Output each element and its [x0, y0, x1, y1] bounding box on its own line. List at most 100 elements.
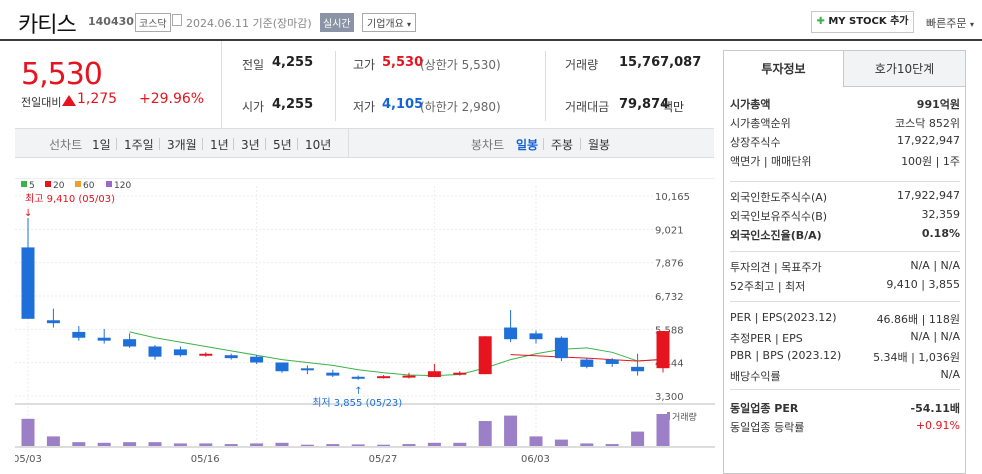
volume-legend-label: 거래량 — [672, 411, 697, 423]
candle-body — [427, 371, 441, 378]
candle-body — [605, 359, 619, 364]
y-tick-label: 7,876 — [655, 259, 684, 270]
current-price: 5,530 — [21, 57, 103, 92]
candle-body — [46, 320, 60, 324]
volume-bar — [580, 443, 594, 446]
tab-weekly[interactable]: 주봉 — [551, 136, 573, 153]
candle-body — [97, 337, 111, 341]
tab-monthly[interactable]: 월봉 — [588, 136, 610, 153]
tab-1w[interactable]: 1주일 — [124, 136, 154, 153]
volume-bar — [529, 436, 543, 446]
max-annotation: 최고 9,410 (05/03) — [25, 193, 115, 205]
info-label: PER | EPS(2023.12) — [730, 311, 837, 324]
info-value: N/A | N/A — [910, 259, 960, 272]
amount-unit: 백만 — [662, 100, 685, 114]
prev-label: 전일 — [242, 58, 265, 72]
quote-date: 2024.06.11 기준(장마감) — [186, 17, 312, 30]
candle-body — [148, 346, 162, 357]
ma5-line — [129, 331, 664, 377]
volume-bar — [554, 439, 568, 446]
candle-body — [300, 368, 314, 371]
volume-bar — [377, 444, 391, 446]
add-mystock-button[interactable]: ✚ MY STOCK 추가 — [811, 11, 914, 33]
invest-info-panel: 투자정보 호가10단계 시가총액 991억원 시가총액순위 코스닥 852위 상장주식수… — [723, 50, 966, 474]
tab-5y[interactable]: 5년 — [273, 136, 292, 153]
legend-label: 120 — [114, 181, 131, 191]
info-label: 상장주식수 — [730, 136, 781, 149]
line-chart-label: 선차트 — [49, 138, 83, 152]
prev-value: 4,255 — [272, 55, 314, 70]
volume-bar — [326, 444, 340, 446]
info-label: 52주최고 | 최저 — [730, 280, 806, 293]
info-value: 0.18% — [921, 227, 960, 240]
candle-body — [554, 337, 568, 359]
candle-body — [123, 339, 137, 347]
info-row: 52주최고 | 최저 9,410 | 3,855 — [730, 278, 960, 294]
price-chart[interactable]: 10,1659,0217,8766,7325,5884,4443,3005206… — [13, 177, 715, 474]
tab-10y[interactable]: 10년 — [305, 136, 331, 153]
legend-label: 20 — [53, 181, 65, 191]
y-tick-label: 6,732 — [655, 292, 684, 303]
info-row: 동일업종 등락률 +0.91% — [730, 419, 960, 435]
tab-hoga[interactable]: 호가10단계 — [844, 51, 965, 87]
volume-label: 거래량 — [565, 58, 599, 72]
volume-bar — [173, 443, 187, 446]
info-value: 32,359 — [921, 208, 961, 221]
calendar-icon — [172, 14, 182, 26]
info-row: 투자의견 | 목표주가 N/A | N/A — [730, 259, 960, 275]
volume-bar — [402, 444, 416, 446]
y-tick-label: 10,165 — [655, 192, 690, 203]
candle-body — [377, 376, 391, 379]
max-arrow-icon: ↓ — [24, 208, 32, 219]
tab-1d[interactable]: 1일 — [92, 136, 111, 153]
quick-order-dropdown[interactable]: 빠른주문 ▾ — [926, 15, 974, 31]
candle-chart-label: 봉차트 — [471, 138, 505, 152]
info-label: 배당수익률 — [730, 370, 781, 383]
info-value: 991억원 — [916, 98, 960, 111]
candle-body — [351, 376, 365, 379]
tab-daily[interactable]: 일봉 — [516, 136, 538, 153]
info-label: 동일업종 PER — [730, 402, 799, 415]
tab-3m[interactable]: 3개월 — [167, 136, 197, 153]
info-label: 추정PER | EPS — [730, 332, 803, 345]
min-arrow-icon: ↑ — [354, 386, 362, 397]
volume-bar — [275, 442, 289, 446]
volume-bar — [351, 444, 365, 446]
candle-body — [224, 355, 238, 359]
volume-value: 15,767,087 — [619, 55, 702, 70]
candle-body — [173, 349, 187, 356]
stock-name: 카티스 — [18, 13, 77, 38]
volume-bar — [72, 442, 86, 446]
info-value: -54.11배 — [910, 402, 960, 415]
lower-limit: (하한가 2,980) — [420, 100, 501, 114]
realtime-button[interactable]: 실시간 — [320, 13, 354, 32]
info-label: 시가총액순위 — [730, 117, 791, 130]
x-tick-label: 05/03 — [15, 454, 42, 465]
candle-body — [529, 333, 543, 340]
corp-info-dropdown[interactable]: 기업개요 ▾ — [362, 13, 417, 32]
info-value: N/A | N/A — [910, 330, 960, 343]
volume-legend-swatch — [667, 412, 670, 420]
stock-code: 140430 — [88, 15, 134, 28]
info-row: PBR | BPS (2023.12) 5.34배 | 1,036원 — [730, 349, 960, 365]
price-box: 5,530 전일대비 1,275 +29.96% — [15, 41, 222, 128]
volume-bar — [453, 442, 467, 446]
info-label: 외국인소진율(B/A) — [730, 229, 822, 242]
chevron-down-icon: ▾ — [969, 20, 974, 29]
candle-body — [275, 362, 289, 372]
volume-bar — [123, 442, 137, 446]
candle-body — [631, 366, 645, 372]
info-label: 동일업종 등락률 — [730, 421, 805, 434]
candle-body — [402, 375, 416, 378]
legend-label: 60 — [83, 181, 95, 191]
legend-swatch — [45, 181, 51, 187]
tab-3y[interactable]: 3년 — [241, 136, 260, 153]
info-value: 46.86배 | 118원 — [876, 313, 960, 326]
amount-label: 거래대금 — [565, 100, 610, 114]
tab-1y[interactable]: 1년 — [210, 136, 229, 153]
tab-invest-info[interactable]: 투자정보 — [724, 51, 844, 87]
high-label: 고가 — [353, 58, 376, 72]
quote-grid: 전일 4,255 시가 4,255 고가 5,530 (상한가 5,530) 저… — [222, 41, 714, 128]
info-row: 배당수익률 N/A — [730, 368, 960, 384]
market-badge: 코스닥 — [135, 13, 171, 32]
